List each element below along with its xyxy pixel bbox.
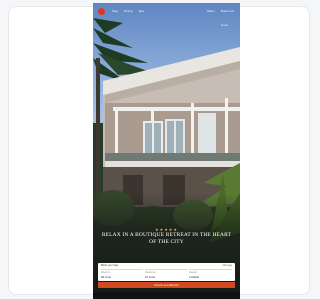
mobile-page-preview: Stay Dining Spa Offers Book now Hotel ★★… xyxy=(93,3,240,299)
brand-logo[interactable] xyxy=(98,7,105,15)
check-out-value: 07 June xyxy=(145,275,155,279)
page-footer-strip xyxy=(93,292,240,299)
check-in-value: 06 June xyxy=(101,275,111,279)
nav-item-stay[interactable]: Stay xyxy=(112,9,118,13)
nav-item-spa[interactable]: Spa xyxy=(139,9,144,13)
check-out-field[interactable]: Check out 07 June xyxy=(145,269,187,279)
hotel-wordmark: Hotel xyxy=(221,23,229,27)
booking-widget: Book your stay Manage Check in 06 June C… xyxy=(98,263,235,281)
top-navigation: Stay Dining Spa Offers Book now xyxy=(93,3,240,19)
booking-title: Book your stay xyxy=(101,264,119,267)
main-nav: Stay Dining Spa xyxy=(112,9,144,13)
guests-label: Guests xyxy=(189,271,197,274)
header-actions: Offers Book now xyxy=(207,9,234,13)
offers-link[interactable]: Offers xyxy=(207,9,215,13)
check-out-label: Check out xyxy=(145,271,156,274)
guests-field[interactable]: Guests 2 Adults xyxy=(189,269,232,279)
book-now-link[interactable]: Book now xyxy=(221,9,234,13)
nav-item-dining[interactable]: Dining xyxy=(124,9,133,13)
manage-booking-link[interactable]: Manage xyxy=(223,264,232,267)
guests-value: 2 Adults xyxy=(189,275,199,279)
check-in-field[interactable]: Check in 06 June xyxy=(101,269,143,279)
check-in-label: Check in xyxy=(101,271,111,274)
hero-headline: Relax in a boutique retreat in the heart… xyxy=(101,232,232,245)
check-availability-button[interactable]: Check availability xyxy=(98,282,235,288)
